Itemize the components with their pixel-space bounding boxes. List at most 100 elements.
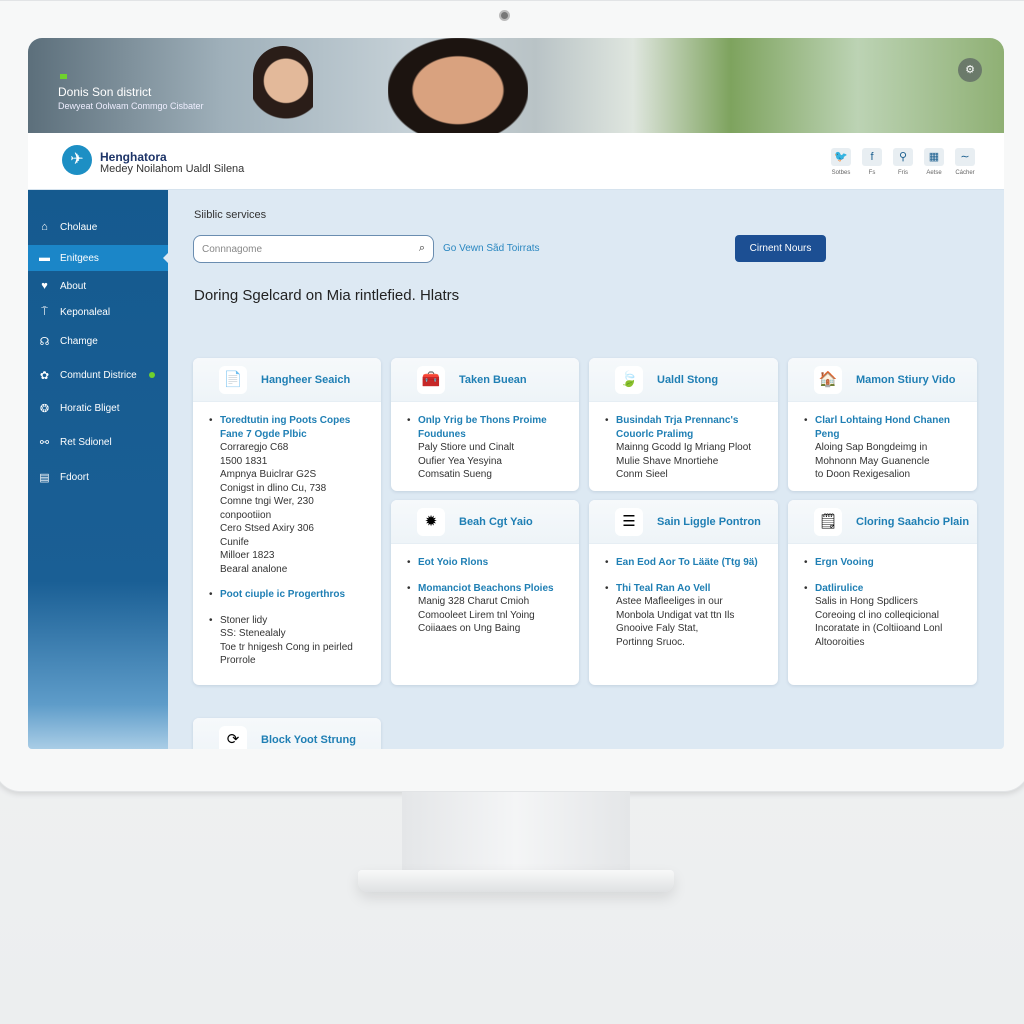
briefcase-icon: 🧰 bbox=[417, 365, 445, 394]
facebook-icon: f bbox=[862, 148, 882, 166]
play-icon: ⟳ bbox=[219, 725, 247, 749]
brand-subtitle: Medey Noilahom Ualdl Silena bbox=[100, 163, 245, 175]
social-link[interactable]: ∼ Cácher bbox=[954, 148, 976, 176]
card-text: Coreoing cl ino colleqicional bbox=[815, 609, 939, 621]
service-card[interactable]: 🧰 Taken Buean • Onlp Yrig be Thons Proime F… bbox=[391, 358, 579, 491]
sidebar-item-comdunt-districe[interactable]: ✿ Comdunt Districe bbox=[28, 362, 168, 388]
search-icon[interactable]: ⌕ bbox=[419, 242, 425, 255]
card-text: Prorrole bbox=[220, 655, 256, 666]
heart-icon: ♥ bbox=[41, 280, 48, 292]
card-title[interactable]: Taken Buean bbox=[459, 374, 527, 386]
sidebar-item-chamge[interactable]: ☊ Chamge bbox=[28, 328, 168, 354]
card-title[interactable]: Cloring Saahcio Plain bbox=[856, 516, 969, 528]
pill-icon: ⚯ bbox=[39, 436, 50, 449]
card-text: Ampnya Buiclrar G2S bbox=[220, 469, 317, 480]
card-text: Incoratate in (Coltiioand Lonl bbox=[815, 623, 943, 634]
card-text: 1500 1831 bbox=[220, 455, 268, 467]
search-input[interactable]: Connnagome ⌕ bbox=[193, 235, 434, 263]
card-link[interactable]: Busindah Trja Prennanc's Couorlc Pralimg bbox=[616, 414, 764, 441]
social-label: Aetse bbox=[926, 170, 942, 176]
card-link[interactable]: Eot Yoio Rlons bbox=[418, 556, 488, 570]
brand-name[interactable]: Henghatora bbox=[100, 150, 167, 164]
card-text: Paly Stiore und Cinalt bbox=[418, 442, 515, 453]
card-header: 🗒 Cloring Saahcio Plain bbox=[788, 500, 977, 544]
card-text: Salis in Hong Spdlicers bbox=[815, 596, 918, 607]
community-icon: ✿ bbox=[39, 369, 50, 382]
card-link[interactable]: Ergn Vooing bbox=[815, 556, 874, 570]
social-facebook[interactable]: f Fs bbox=[861, 148, 883, 176]
card-text: Corraregjo C68 bbox=[220, 442, 289, 453]
social-pin[interactable]: ⚲ Fris bbox=[892, 148, 914, 176]
bullet: • bbox=[605, 582, 609, 594]
service-card[interactable]: ✹ Beah Cgt Yaio • Eot Yoio Rlons • Momanciot … bbox=[391, 500, 579, 685]
service-card[interactable]: ⟳Block Yoot Strung•Cabicat CongsHoop bbox=[193, 718, 381, 749]
list-icon: ☰ bbox=[615, 507, 643, 536]
bullet: • bbox=[804, 557, 808, 568]
card-text: Comooleet Lirem tnl Yoing bbox=[418, 609, 535, 621]
globe-icon: ❂ bbox=[39, 402, 50, 415]
card-title[interactable]: Block Yoot Strung bbox=[261, 734, 356, 746]
card-title[interactable]: Sain Liggle Pontron bbox=[657, 516, 761, 528]
sidebar-item-label: Chamge bbox=[60, 335, 98, 347]
sidebar-item-cholaue[interactable]: ⌂ Cholaue bbox=[28, 214, 168, 240]
notepad-icon: 🗒 bbox=[814, 507, 842, 536]
sidebar-item-label: Comdunt Districe bbox=[60, 369, 137, 381]
sidebar-item-label: About bbox=[60, 280, 87, 292]
social-label: Sotbes bbox=[831, 170, 851, 176]
card-body: • Busindah Trja Prennanc's Couorlc Pralim… bbox=[589, 402, 778, 482]
sidebar-item-enitgees[interactable]: ▬ Enitgees bbox=[28, 245, 168, 271]
card-title[interactable]: Beah Cgt Yaio bbox=[459, 516, 533, 528]
card-title[interactable]: Hangheer Seaich bbox=[261, 374, 350, 386]
card-text: Toe tr hnigesh Cong in peirled bbox=[220, 641, 353, 653]
card-link[interactable]: Poot ciuple ic Progerthros bbox=[220, 588, 345, 602]
home-icon: ⌂ bbox=[41, 221, 48, 233]
card-text: Coiiaaes on Ung Baing bbox=[418, 623, 521, 634]
card-link[interactable]: Thi Teal Ran Ao Vell bbox=[616, 582, 710, 596]
sidebar-item-keponaleal[interactable]: ⍑ Keponaleal bbox=[28, 299, 168, 325]
bullet: • bbox=[209, 415, 213, 426]
card-link[interactable]: Onlp Yrig be Thons Proime Foudunes bbox=[418, 414, 565, 441]
card-text: Manig 328 Charut Cmioh bbox=[418, 596, 530, 607]
card-header: 🏠 Mamon Stiury Vido bbox=[788, 358, 977, 402]
screen: Donis Son district Dewyeat Oolwam Commgo… bbox=[28, 38, 1004, 749]
twitter-icon: 🐦 bbox=[831, 148, 851, 166]
card-body: • Ean Eod Aor To Lääte (Ttg 9ä) • Thi Teal … bbox=[589, 544, 778, 649]
card-text: Cero Stsed Axiry 306 bbox=[220, 523, 314, 534]
antenna-icon: ⍑ bbox=[41, 305, 48, 318]
card-link[interactable]: Momanciot Beachons Ploies bbox=[418, 582, 554, 596]
social-twitter[interactable]: 🐦 Sotbes bbox=[830, 148, 852, 176]
view-all-link[interactable]: Go Vewn Sãd Toirrats bbox=[443, 243, 540, 254]
sidebar-item-about[interactable]: ♥ About bbox=[28, 273, 168, 299]
card-link[interactable]: Clarl Lohtaing Hond Chanen Peng bbox=[815, 414, 963, 441]
logo-icon[interactable]: ✈ bbox=[62, 145, 92, 175]
card-text: Bearal analone bbox=[220, 563, 288, 575]
card-text: Cunife bbox=[220, 536, 249, 548]
card-header: ✹ Beah Cgt Yaio bbox=[391, 500, 579, 544]
bullet: • bbox=[605, 415, 609, 426]
settings-icon[interactable]: ⚙ bbox=[958, 58, 982, 82]
service-card[interactable]: 🍃 Ualdl Stong • Busindah Trja Prennanc's Co… bbox=[589, 358, 778, 491]
card-text: Comsatin Sueng bbox=[418, 469, 492, 480]
service-card[interactable]: 🏠 Mamon Stiury Vido • Clarl Lohtaing Hond C… bbox=[788, 358, 977, 491]
social-calendar[interactable]: ▦ Aetse bbox=[923, 148, 945, 176]
card-link[interactable]: Toredtutin ing Poots Copes Fane 7 Ogde P… bbox=[220, 414, 367, 441]
social-links: 🐦 Sotbes f Fs ⚲ Fris ▦ Aetse ∼ Cácher bbox=[830, 148, 976, 176]
card-text: Gnooive Faly Stat, bbox=[616, 623, 699, 634]
sidebar-item-horatic-bliget[interactable]: ❂ Horatic Bliget bbox=[28, 395, 168, 421]
service-card[interactable]: 📄 Hangheer Seaich • Toredtutin ing Poots Co… bbox=[193, 358, 381, 685]
sidebar-item-ret-sdionel[interactable]: ⚯ Ret Sdionel bbox=[28, 429, 168, 455]
sidebar-item-label: Fdoort bbox=[60, 471, 89, 483]
hero-photo-woman bbox=[253, 46, 313, 133]
bullet: • bbox=[407, 415, 411, 426]
service-card[interactable]: ☰ Sain Liggle Pontron • Ean Eod Aor To Läät… bbox=[589, 500, 778, 685]
card-link[interactable]: Datlirulice bbox=[815, 582, 863, 596]
monitor-stand-base bbox=[358, 870, 674, 892]
cta-button[interactable]: Cirnent Nours bbox=[735, 235, 826, 262]
card-title[interactable]: Ualdl Stong bbox=[657, 374, 718, 386]
service-card[interactable]: 🗒 Cloring Saahcio Plain • Ergn Vooing • Datli… bbox=[788, 500, 977, 685]
card-link[interactable]: Ean Eod Aor To Lääte (Ttg 9ä) bbox=[616, 556, 758, 570]
card-header: 🧰 Taken Buean bbox=[391, 358, 579, 402]
sidebar-item-fdoort[interactable]: ▤ Fdoort bbox=[28, 464, 168, 490]
card-title[interactable]: Mamon Stiury Vido bbox=[856, 374, 955, 386]
hero-banner: Donis Son district Dewyeat Oolwam Commgo… bbox=[28, 38, 1004, 133]
